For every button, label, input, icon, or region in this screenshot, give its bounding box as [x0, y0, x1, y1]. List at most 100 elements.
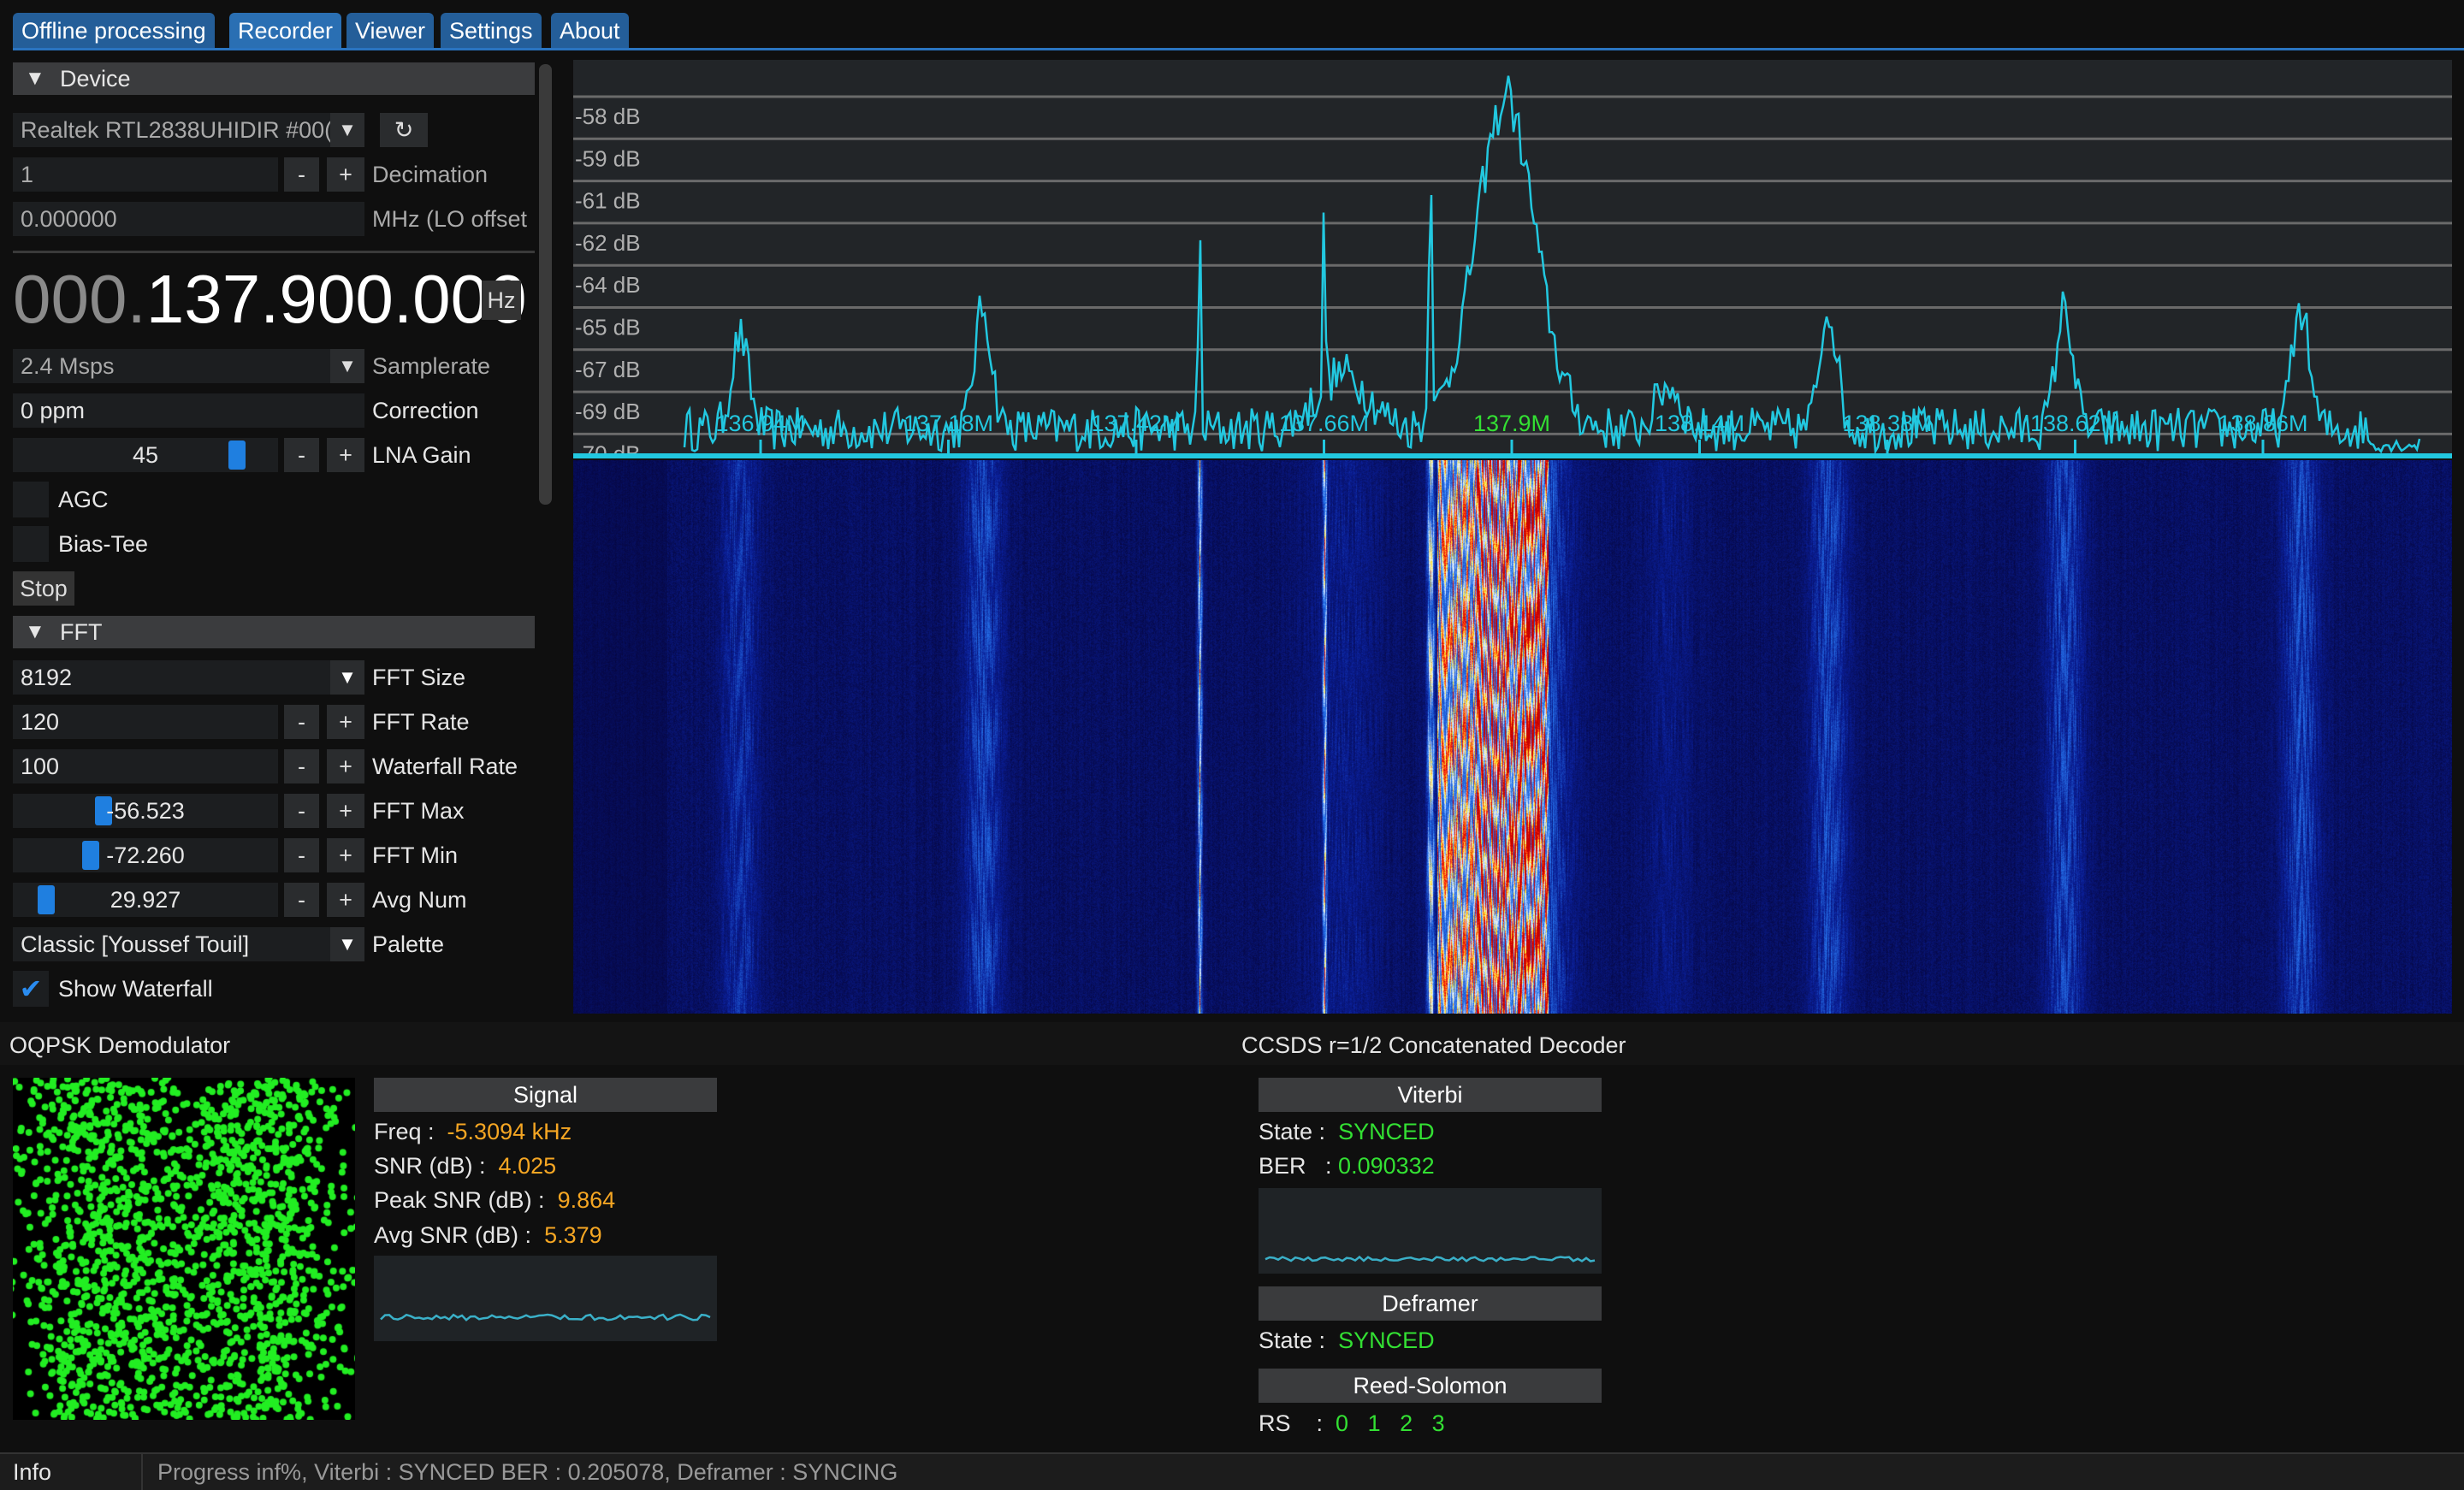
- lna-gain-slider[interactable]: 45: [13, 438, 278, 472]
- fft-rate-minus-button[interactable]: -: [284, 705, 319, 739]
- snr-history-plot: [374, 1256, 717, 1341]
- deframer-header: Deframer: [1259, 1286, 1602, 1321]
- slider-handle[interactable]: [82, 841, 100, 870]
- tab-viewer[interactable]: Viewer: [346, 13, 435, 49]
- fft-size-select[interactable]: 8192 ▼: [13, 660, 364, 695]
- fft-max-label: FFT Max: [372, 798, 465, 824]
- slider-handle[interactable]: [228, 440, 246, 470]
- demodulator-title: OQPSK Demodulator: [9, 1032, 231, 1058]
- freq-key: Freq :: [374, 1119, 435, 1144]
- fft-max-plus-button[interactable]: +: [327, 794, 364, 828]
- viterbi-header: Viterbi: [1259, 1078, 1602, 1112]
- rs-key: RS :: [1259, 1410, 1324, 1436]
- decimation-input[interactable]: 1: [13, 157, 278, 192]
- refresh-icon: ↻: [394, 117, 414, 143]
- samplerate-select[interactable]: 2.4 Msps ▼: [13, 349, 364, 383]
- palette-select[interactable]: Classic [Youssef Touil] ▼: [13, 927, 364, 961]
- snr-key: SNR (dB) :: [374, 1153, 486, 1179]
- palette-value: Classic [Youssef Touil]: [21, 931, 250, 957]
- fft-max-minus-button[interactable]: -: [284, 794, 319, 828]
- fft-rate-input[interactable]: 120: [13, 705, 278, 739]
- device-section-header[interactable]: ▼ Device: [13, 62, 535, 95]
- checkmark-icon: ✔: [19, 973, 43, 1004]
- tab-settings[interactable]: Settings: [441, 13, 542, 49]
- lna-minus-button[interactable]: -: [284, 438, 319, 472]
- fft-min-minus-button[interactable]: -: [284, 838, 319, 872]
- lna-gain-label: LNA Gain: [372, 442, 471, 468]
- fft-max-value: -56.523: [106, 798, 185, 824]
- fft-min-plus-button[interactable]: +: [327, 838, 364, 872]
- fft-header-label: FFT: [60, 619, 103, 645]
- slider-handle[interactable]: [38, 885, 55, 914]
- agc-label: AGC: [58, 487, 109, 512]
- freq-axis-label: 136.94M: [715, 411, 805, 436]
- deframer-state-key: State :: [1259, 1327, 1326, 1353]
- fft-min-value: -72.260: [106, 843, 185, 868]
- lna-gain-value: 45: [132, 442, 159, 468]
- lo-offset-label: MHz (LO offset: [372, 206, 528, 232]
- rs-row: RS : 0 1 2 3: [1259, 1406, 1445, 1440]
- device-select[interactable]: Realtek RTL2838UHIDIR #00(▼: [13, 113, 364, 147]
- decimation-plus-button[interactable]: +: [327, 157, 364, 192]
- status-label: Info: [13, 1459, 52, 1485]
- avg-snr-row: Avg SNR (dB) : 5.379: [374, 1218, 602, 1252]
- avg-num-plus-button[interactable]: +: [327, 883, 364, 917]
- fft-size-label: FFT Size: [372, 665, 466, 690]
- waterfall-display[interactable]: [573, 460, 2452, 1014]
- tab-about[interactable]: About: [551, 13, 629, 49]
- fft-min-slider[interactable]: -72.260: [13, 838, 278, 872]
- left-panel-scrollbar[interactable]: [539, 64, 552, 505]
- ber-history-plot: [1259, 1188, 1602, 1274]
- db-axis-label: -64 dB: [575, 272, 641, 298]
- show-waterfall-checkbox[interactable]: ✔: [13, 971, 49, 1007]
- stop-button[interactable]: Stop: [13, 571, 74, 606]
- status-text: Progress inf%, Viterbi : SYNCED BER : 0.…: [157, 1459, 898, 1485]
- waterfall-rate-input[interactable]: 100: [13, 749, 278, 783]
- fft-section-header[interactable]: ▼ FFT: [13, 616, 535, 648]
- snr-value: 4.025: [498, 1153, 557, 1179]
- chevron-down-icon: ▼: [330, 927, 364, 961]
- fft-max-slider[interactable]: -56.523: [13, 794, 278, 828]
- frequency-unit-button[interactable]: Hz: [482, 281, 521, 320]
- fft-rate-plus-button[interactable]: +: [327, 705, 364, 739]
- frequency-digits[interactable]: 137.900.000: [146, 261, 527, 337]
- db-axis-label: -69 dB: [575, 399, 641, 424]
- constellation-diagram: [13, 1078, 355, 1420]
- avg-num-slider[interactable]: 29.927: [13, 883, 278, 917]
- frequency-selector[interactable]: 000.137.900.000: [13, 261, 527, 338]
- waterfall-rate-plus-button[interactable]: +: [327, 749, 364, 783]
- lo-offset-input[interactable]: 0.000000: [13, 202, 364, 236]
- agc-checkbox[interactable]: [13, 482, 49, 517]
- decimation-minus-button[interactable]: -: [284, 157, 319, 192]
- snr-row: SNR (dB) : 4.025: [374, 1149, 556, 1183]
- signal-header: Signal: [374, 1078, 717, 1112]
- frequency-leading-digits[interactable]: 000.: [13, 261, 146, 337]
- tab-offline-processing[interactable]: Offline processing: [13, 13, 215, 49]
- tab-recorder[interactable]: Recorder: [229, 13, 342, 49]
- db-axis-label: -59 dB: [575, 145, 641, 171]
- fft-spectrum-plot[interactable]: -58 dB -59 dB -61 dB -62 dB -64 dB -65 dB -67 …: [573, 60, 2452, 458]
- correction-input[interactable]: 0 ppm: [13, 393, 364, 428]
- chevron-down-icon: ▼: [330, 113, 364, 147]
- lna-plus-button[interactable]: +: [327, 438, 364, 472]
- viterbi-state-value: SYNCED: [1338, 1119, 1435, 1144]
- bias-tee-checkbox[interactable]: [13, 526, 49, 562]
- avg-num-minus-button[interactable]: -: [284, 883, 319, 917]
- fft-min-label: FFT Min: [372, 843, 458, 868]
- palette-label: Palette: [372, 931, 445, 957]
- status-bar: Info Progress inf%, Viterbi : SYNCED BER…: [0, 1452, 2464, 1490]
- history-trace: [380, 1313, 711, 1321]
- device-select-value: Realtek RTL2838UHIDIR #00(: [21, 117, 333, 143]
- rs-value: 3: [1431, 1410, 1445, 1436]
- decimation-label: Decimation: [372, 162, 489, 187]
- viterbi-state-row: State : SYNCED: [1259, 1115, 1435, 1149]
- chevron-down-icon: ▼: [330, 660, 364, 695]
- tab-underline: [13, 48, 2464, 50]
- freq-axis-label: 137.9M: [1473, 411, 1550, 436]
- refresh-button[interactable]: ↻: [380, 113, 428, 147]
- rs-value: 1: [1367, 1410, 1381, 1436]
- avg-num-value: 29.927: [110, 887, 181, 913]
- db-axis-label: -67 dB: [575, 357, 641, 382]
- show-waterfall-label: Show Waterfall: [58, 976, 213, 1002]
- waterfall-rate-minus-button[interactable]: -: [284, 749, 319, 783]
